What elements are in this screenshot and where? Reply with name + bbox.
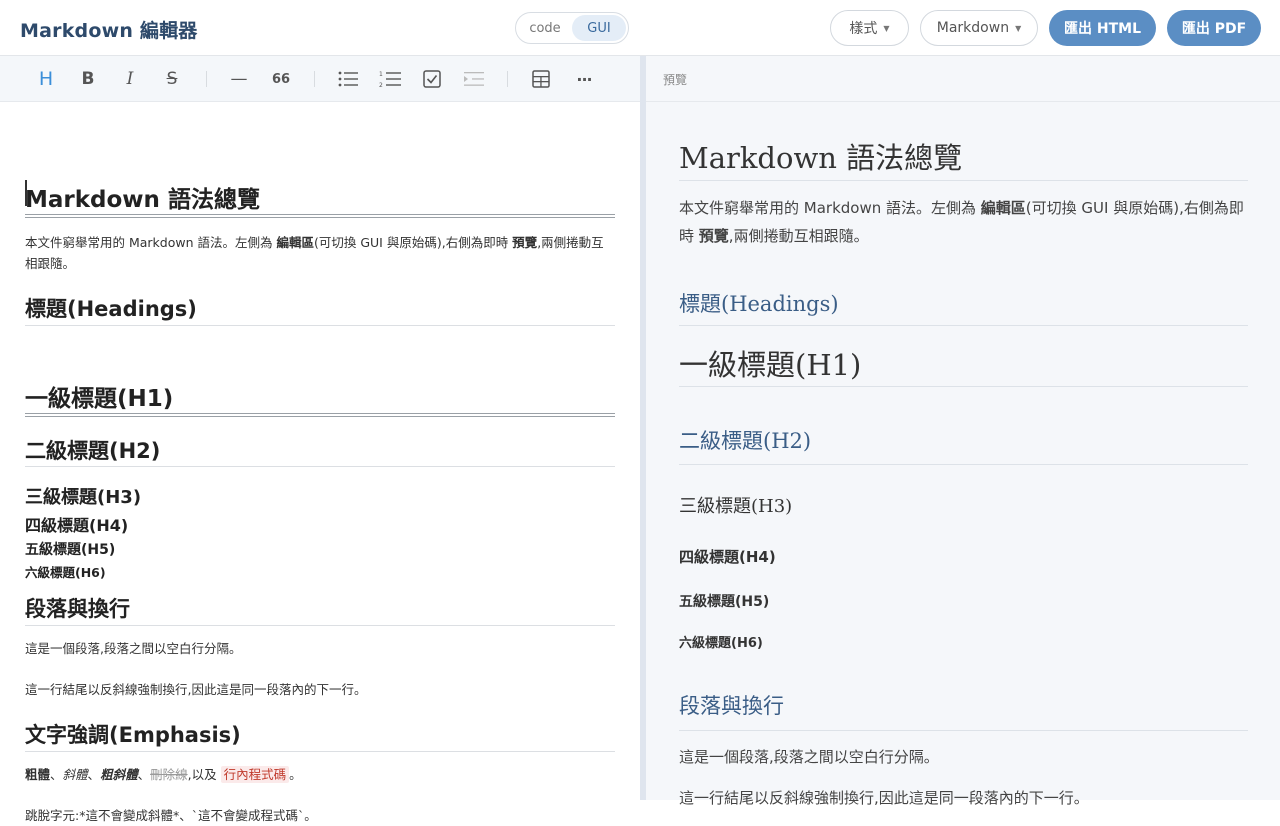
editor-intro-paragraph: 本文件窮舉常用的 Markdown 語法。左側為 編輯區(可切換 GUI 與原始… [25,235,604,271]
editor-headings-title: 標題(Headings) [25,297,197,321]
preview-intro-paragraph: 本文件窮舉常用的 Markdown 語法。左側為 編輯區(可切換 GUI 與原始… [679,199,1244,245]
editor-h4-sample: 四級標題(H4) [25,516,129,535]
indent-icon[interactable] [461,66,487,92]
style-dropdown-label: 樣式 [849,21,878,37]
preview-headings-title: 標題(Headings) [679,292,839,316]
preview-h5-sample: 五級標題(H5) [679,594,770,610]
preview-h3-sample: 三級標題(H3) [679,496,793,517]
bullet-list-icon[interactable] [335,66,361,92]
format-dropdown-label: Markdown [936,20,1010,36]
italic-icon[interactable]: I [117,66,143,92]
export-pdf-button[interactable]: 匯出 PDF [1167,10,1261,46]
format-dropdown[interactable]: Markdown ▼ [920,10,1038,46]
preview-h6-sample: 六級標題(H6) [679,636,763,651]
h1-underline [679,386,1248,387]
preview-paragraph-1: 這是一個段落,段落之間以空白行分隔。 [679,748,939,766]
mode-toggle: code GUI [515,12,629,44]
editor-paragraph-2: 這一行結尾以反斜線強制換行,因此這是同一段落內的下一行。 [25,682,367,697]
h2-underline [25,466,615,467]
preview-paragraph-title: 段落與換行 [679,694,784,718]
preview-doc-title: Markdown 語法總覽 [679,141,963,175]
h2-underline [679,325,1248,326]
editor-paragraph-title: 段落與換行 [25,597,130,621]
h1-underline [25,413,615,417]
editor-doc-title: Markdown 語法總覽 [25,187,260,213]
h2-underline [25,325,615,326]
editor-escape-line: 跳脫字元:*這不會變成斜體*、`這不會變成程式碼`。 [25,808,317,823]
strikethrough-icon[interactable]: S [159,66,185,92]
preview-label: 預覽 [663,73,688,87]
preview-h1-sample: 一級標題(H1) [679,348,862,382]
editor-paragraph-1: 這是一個段落,段落之間以空白行分隔。 [25,641,242,656]
preview-h4-sample: 四級標題(H4) [679,548,776,566]
h1-underline [679,180,1248,181]
quote-icon[interactable]: 66 [268,66,294,92]
more-options-icon[interactable]: ··· [571,66,597,92]
h2-underline [679,730,1248,731]
preview-paragraph-2: 這一行結尾以反斜線強制換行,因此這是同一段落內的下一行。 [679,789,1089,807]
preview-header: 預覽 [646,56,1280,102]
h2-underline [25,751,615,752]
table-icon[interactable] [528,66,554,92]
h2-underline [679,464,1248,465]
preview-h2-sample: 二級標題(H2) [679,429,812,453]
checkbox-icon[interactable] [419,66,445,92]
h2-underline [25,625,615,626]
svg-text:1: 1 [379,71,383,78]
toolbar-divider [507,71,508,87]
editor-h6-sample: 六級標題(H6) [25,565,106,580]
app-title: Markdown 編輯器 [20,20,198,42]
editor-pane: H B I S — 66 12 ··· Markdown 語法總覽 本文件窮舉常… [0,56,640,823]
chevron-down-icon: ▼ [883,23,890,33]
mode-code-button[interactable]: code [518,15,572,41]
toolbar-divider [206,71,207,87]
style-dropdown[interactable]: 樣式 ▼ [830,10,909,46]
editor-h5-sample: 五級標題(H5) [25,542,116,558]
h1-underline [25,214,615,218]
editor-h1-sample: 一級標題(H1) [25,386,174,412]
chevron-down-icon: ▼ [1015,23,1022,33]
editor-emphasis-line: 粗體、斜體、粗斜體、刪除線,以及 行內程式碼。 [25,766,302,783]
svg-text:2: 2 [379,82,383,88]
export-html-button[interactable]: 匯出 HTML [1049,10,1156,46]
mode-gui-button[interactable]: GUI [572,15,626,41]
numbered-list-icon[interactable]: 12 [377,66,403,92]
horizontal-rule-icon[interactable]: — [226,66,252,92]
heading-icon[interactable]: H [33,66,59,92]
editor-h2-sample: 二級標題(H2) [25,439,161,463]
editor-emphasis-title: 文字強調(Emphasis) [25,723,241,747]
editor-h3-sample: 三級標題(H3) [25,487,142,508]
top-bar: Markdown 編輯器 code GUI 樣式 ▼ Markdown ▼ 匯出… [0,0,1280,56]
bold-icon[interactable]: B [75,66,101,92]
preview-pane: 預覽 Markdown 語法總覽 本文件窮舉常用的 Markdown 語法。左側… [646,56,1280,807]
toolbar-divider [314,71,315,87]
editor-toolbar: H B I S — 66 12 ··· [0,56,640,102]
